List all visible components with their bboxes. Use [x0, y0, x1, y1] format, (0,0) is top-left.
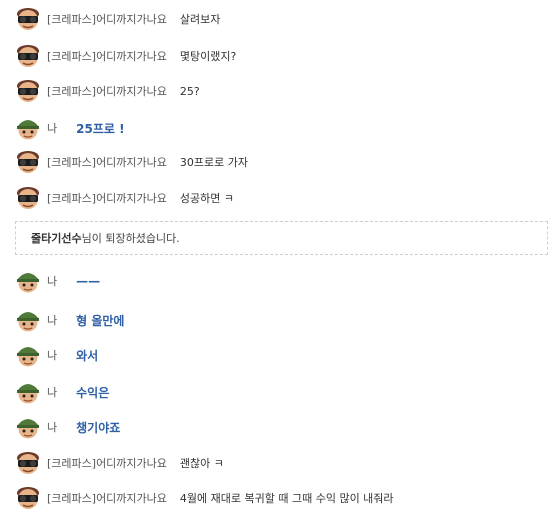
sender-name[interactable]: [크레파스]어디까지가나요: [47, 190, 167, 206]
sunglasses-avatar-icon: [17, 151, 39, 173]
message-text: 와서: [76, 348, 99, 363]
soldier-avatar-icon: [17, 273, 39, 293]
message-text: 괜찮아 ㅋ: [179, 457, 224, 470]
sender-name[interactable]: [크레파스]어디까지가나요: [47, 455, 167, 471]
sender-name: 나: [47, 314, 58, 327]
chat-message-mine: 나 ——: [15, 268, 100, 294]
sunglasses-avatar-icon: [17, 452, 39, 474]
chat-message-mine: 나 챙기야죠: [15, 414, 120, 440]
soldier-avatar-icon: [17, 120, 39, 140]
message-text: 수익은: [76, 385, 110, 400]
message-text: 25프로 !: [76, 121, 125, 136]
notice-text: 님이 퇴장하셨습니다.: [81, 232, 180, 245]
chat-message-mine: 나 수익은: [15, 379, 109, 405]
chat-message: [크레파스]어디까지가나요 4월에 재대로 복귀할 때 그때 수익 많이 내줘라: [15, 485, 394, 511]
sender-name: 나: [47, 275, 58, 288]
message-text: 25?: [179, 84, 200, 98]
sunglasses-avatar-icon: [17, 187, 39, 209]
sender-name[interactable]: [크레파스]어디까지가나요: [47, 490, 167, 506]
sender-name: 나: [47, 386, 58, 399]
chat-message-mine: 나 형 올만에: [15, 307, 124, 333]
message-text: ——: [76, 274, 101, 288]
message-text: 형 올만에: [76, 313, 125, 328]
sunglasses-avatar-icon: [17, 80, 39, 102]
chat-message-mine: 나 와서: [15, 342, 98, 368]
notice-nickname[interactable]: 줄타기선수: [31, 230, 82, 246]
chat-log: [크레파스]어디까지가나요 살려보자 [크레파스]어디까지가나요 몇탕이랬지? …: [0, 0, 549, 515]
sender-name[interactable]: [크레파스]어디까지가나요: [47, 11, 167, 27]
sender-name[interactable]: [크레파스]어디까지가나요: [47, 83, 167, 99]
sender-name[interactable]: [크레파스]어디까지가나요: [47, 48, 167, 64]
sunglasses-avatar-icon: [17, 45, 39, 67]
sender-name: 나: [47, 421, 58, 434]
sender-name: 나: [47, 122, 58, 135]
system-notice: 줄타기선수 님이 퇴장하셨습니다.: [15, 221, 548, 255]
message-text: 성공하면 ㅋ: [179, 192, 235, 205]
soldier-avatar-icon: [17, 384, 39, 404]
chat-message: [크레파스]어디까지가나요 성공하면 ㅋ: [15, 185, 234, 211]
soldier-avatar-icon: [17, 312, 39, 332]
chat-message: [크레파스]어디까지가나요 몇탕이랬지?: [15, 43, 236, 69]
sunglasses-avatar-icon: [17, 8, 39, 30]
message-text: 살려보자: [179, 13, 221, 26]
chat-message: [크레파스]어디까지가나요 괜찮아 ㅋ: [15, 450, 224, 476]
chat-message: [크레파스]어디까지가나요 살려보자: [15, 6, 220, 32]
message-text: 챙기야죠: [76, 420, 121, 435]
soldier-avatar-icon: [17, 347, 39, 367]
message-text: 몇탕이랬지?: [179, 50, 237, 63]
chat-message: [크레파스]어디까지가나요 30프로로 가자: [15, 149, 248, 175]
soldier-avatar-icon: [17, 419, 39, 439]
chat-message: [크레파스]어디까지가나요 25?: [15, 78, 200, 104]
message-text: 30프로로 가자: [179, 156, 248, 169]
sunglasses-avatar-icon: [17, 487, 39, 509]
chat-message-mine: 나 25프로 !: [15, 115, 125, 141]
message-text: 4월에 재대로 복귀할 때 그때 수익 많이 내줘라: [179, 492, 394, 505]
sender-name[interactable]: [크레파스]어디까지가나요: [47, 154, 167, 170]
sender-name: 나: [47, 349, 58, 362]
